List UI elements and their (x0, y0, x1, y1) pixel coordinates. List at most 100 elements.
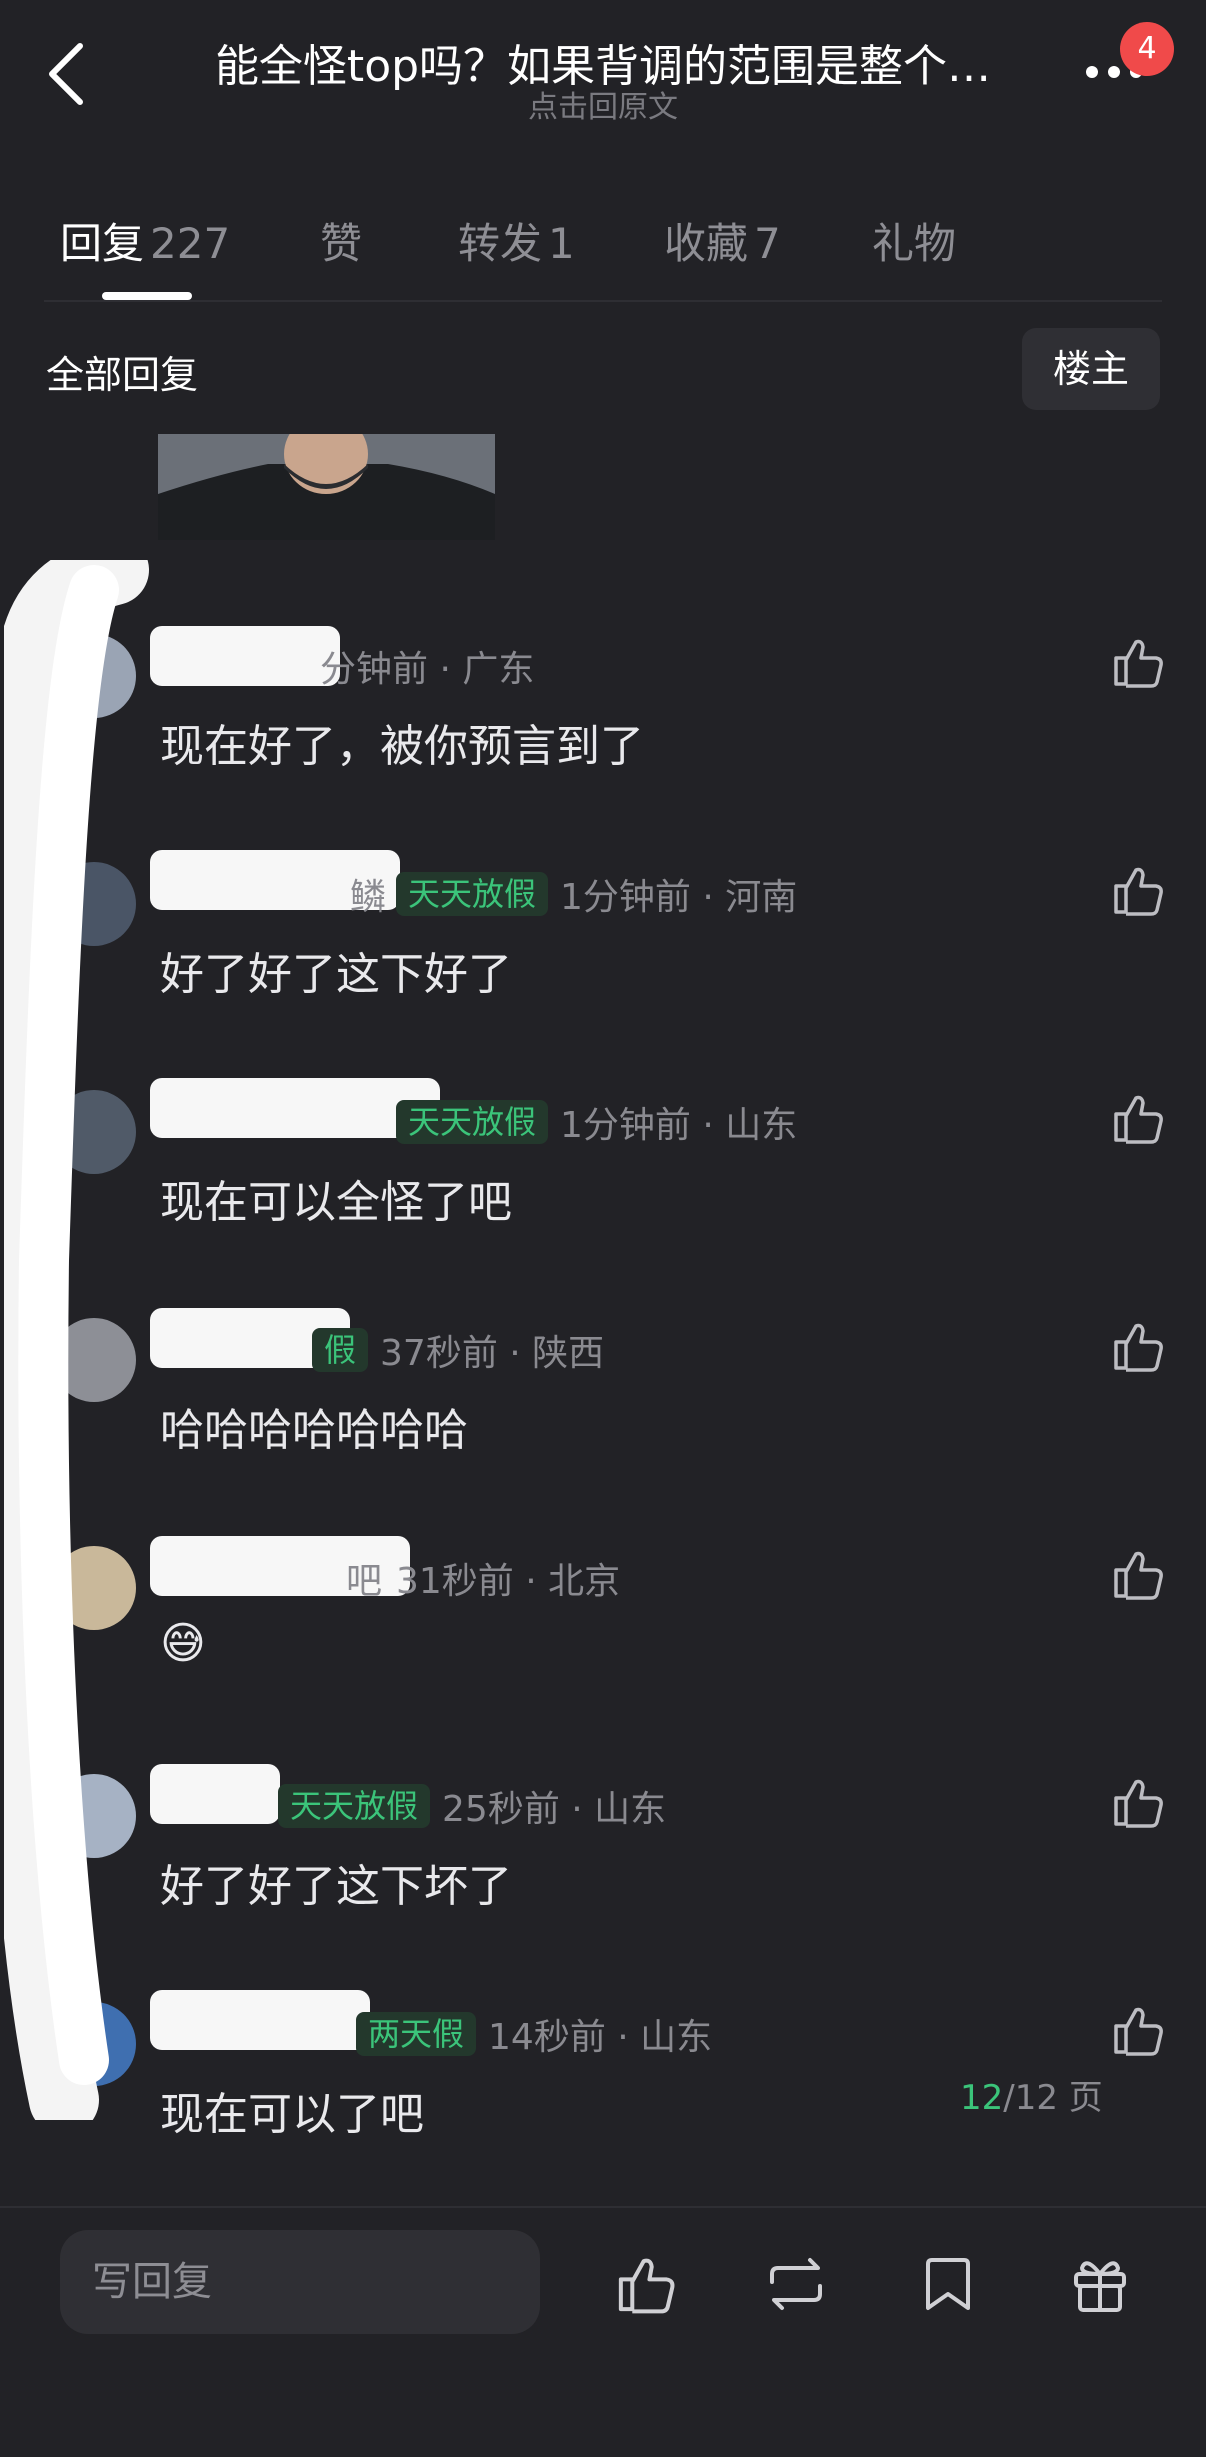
username-fragment: 吧 (346, 1561, 383, 1602)
comment-time: 14秒前 · 山东 (488, 2017, 713, 2058)
thumbs-up-icon (1114, 2007, 1163, 2056)
notification-badge: 4 (1120, 22, 1174, 76)
comment-like-button[interactable] (1110, 1090, 1166, 1146)
comment-like-button[interactable] (1110, 2002, 1166, 2058)
avatar[interactable] (52, 1774, 136, 1858)
comment-text[interactable]: 现在可以了吧 (160, 2078, 424, 2142)
comment-like-button[interactable] (1110, 1318, 1166, 1374)
avatar[interactable] (52, 1090, 136, 1174)
redacted-username (150, 1764, 280, 1824)
divider (44, 300, 1162, 302)
like-icon (618, 2258, 675, 2314)
thumbs-up-icon (1114, 1779, 1163, 1828)
comment-item: 吧 31秒前 · 北京 😅 (0, 1532, 1206, 1760)
redacted-username (150, 626, 340, 686)
top-nav-bar: 能全怪top吗？如果背调的范围是整个… 点击回原文 4 (0, 0, 1206, 140)
avatar[interactable] (52, 862, 136, 946)
comment-text[interactable]: 现在好了，被你预言到了 (160, 710, 644, 774)
comment-like-button[interactable] (1110, 634, 1166, 690)
user-tag: 天天放假 (278, 1784, 431, 1828)
comment-time: 1分钟前 · 河南 (560, 877, 798, 918)
comment-time: 分钟前 · 广东 (320, 649, 535, 690)
thumbs-up-icon (1114, 1551, 1163, 1600)
comment-like-button[interactable] (1110, 1546, 1166, 1602)
comment-item: 天天放假 25秒前 · 山东 好了好了这下坏了 (0, 1760, 1206, 1988)
thumbs-up-icon (1114, 1095, 1163, 1144)
current-page: 12 (960, 2078, 1004, 2118)
username-fragment: 鳞 (350, 877, 387, 918)
tab-label: 回复 (60, 219, 145, 268)
comment-meta: 分钟前 · 广东 (320, 640, 534, 692)
tab-bar: 回复 227 赞 转发 1 收藏 7 礼物 (0, 200, 1206, 300)
comment-meta: 31秒前 · 北京 (396, 1552, 620, 1604)
chevron-left-icon (49, 43, 83, 105)
tab-label: 转发 (458, 219, 543, 268)
avatar[interactable] (52, 634, 136, 718)
all-replies-title: 全部回复 (46, 353, 199, 397)
comment-image[interactable] (158, 434, 495, 540)
comment-like-button[interactable] (1110, 1774, 1166, 1830)
tab-label: 礼物 (872, 219, 957, 268)
thumbs-up-icon (1114, 1323, 1163, 1372)
comment-time: 37秒前 · 陕西 (380, 1333, 605, 1374)
reply-input[interactable]: 写回复 (60, 2230, 540, 2334)
comment-meta: 吧 (346, 1552, 382, 1604)
comment-text[interactable]: 哈哈哈哈哈哈哈 (160, 1394, 468, 1458)
tab-favorites[interactable]: 收藏 7 (664, 210, 781, 271)
comment-like-button[interactable] (1110, 862, 1166, 918)
dot (1086, 66, 1098, 78)
user-tag: 天天放假 (396, 1100, 549, 1144)
comment-item: 假 37秒前 · 陕西 哈哈哈哈哈哈哈 (0, 1304, 1206, 1532)
repost-icon (770, 2258, 822, 2310)
comment-meta: 天天放假 1分钟前 · 山东 (396, 1096, 797, 1148)
tab-replies[interactable]: 回复 227 (60, 210, 230, 271)
avatar[interactable] (52, 2002, 136, 2086)
tab-gifts[interactable]: 礼物 (872, 210, 956, 271)
comment-text[interactable]: 😅 (160, 1618, 206, 1669)
comment-text[interactable]: 现在可以全怪了吧 (160, 1166, 512, 1230)
bookmark-icon (926, 2258, 970, 2310)
comment-time: 25秒前 · 山东 (442, 1789, 667, 1830)
gift-icon (1074, 2261, 1126, 2312)
repost-button[interactable] (764, 2252, 828, 2316)
comment-meta: 两天假 14秒前 · 山东 (356, 2008, 712, 2060)
comment-item: 分钟前 · 广东 现在好了，被你预言到了 (0, 620, 1206, 848)
bookmark-button[interactable] (916, 2252, 980, 2316)
tab-count: 7 (754, 219, 781, 268)
person-photo (158, 434, 495, 540)
redacted-username (150, 1990, 370, 2050)
active-tab-indicator (102, 292, 192, 300)
page-indicator[interactable]: 12/12 页 (960, 2070, 1160, 2126)
comment-time: 31秒前 · 北京 (396, 1561, 621, 1602)
dot (1108, 66, 1120, 78)
post-like-button[interactable] (614, 2252, 678, 2316)
user-tag: 天天放假 (396, 872, 549, 916)
comment-meta: 天天放假 25秒前 · 山东 (278, 1780, 666, 1832)
owner-only-button[interactable]: 楼主 (1022, 328, 1160, 410)
user-tag: 假 (312, 1328, 369, 1372)
back-to-original-link[interactable]: 点击回原文 (200, 82, 1006, 126)
comment-meta: 天天放假 1分钟前 · 河南 (396, 868, 797, 920)
gift-button[interactable] (1068, 2252, 1132, 2316)
comment-page: 能全怪top吗？如果背调的范围是整个… 点击回原文 4 回复 227 赞 转发 1 … (0, 0, 1206, 2457)
comment-time: 1分钟前 · 山东 (560, 1105, 798, 1146)
comment-item: 鳞 天天放假 1分钟前 · 河南 好了好了这下好了 (0, 848, 1206, 1076)
thumbs-up-icon (1114, 867, 1163, 916)
tab-label: 赞 (320, 219, 363, 268)
user-tag: 两天假 (356, 2012, 477, 2056)
comment-text[interactable]: 好了好了这下好了 (160, 938, 512, 1002)
thumbs-up-icon (1114, 639, 1163, 688)
tab-count: 227 (150, 219, 231, 268)
bottom-action-bar: 写回复 (0, 2206, 1206, 2457)
tab-count: 1 (548, 219, 575, 268)
tab-reposts[interactable]: 转发 1 (458, 210, 575, 271)
comment-meta: 假 37秒前 · 陕西 (312, 1324, 604, 1376)
tab-label: 收藏 (664, 219, 749, 268)
back-button[interactable] (44, 40, 92, 108)
total-pages: /12 页 (1003, 2078, 1103, 2118)
comment-text[interactable]: 好了好了这下坏了 (160, 1850, 512, 1914)
avatar[interactable] (52, 1546, 136, 1630)
avatar[interactable] (52, 1318, 136, 1402)
tab-likes[interactable]: 赞 (320, 210, 362, 271)
comment-meta: 鳞 (350, 868, 386, 920)
